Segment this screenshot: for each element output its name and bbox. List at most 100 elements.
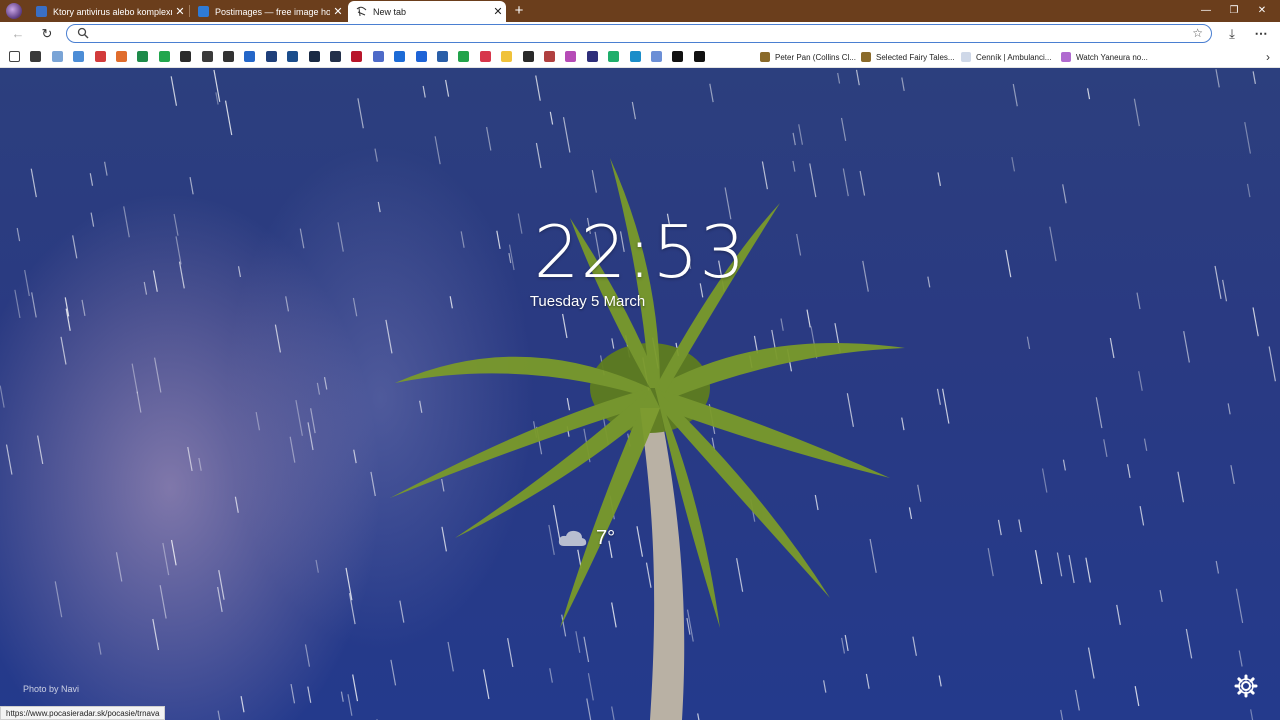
back-button[interactable]: ←: [10, 26, 26, 42]
bookmark-favicon-icon[interactable]: [693, 51, 705, 62]
rain-streak: [189, 177, 194, 195]
rain-streak: [486, 126, 492, 151]
reload-button[interactable]: ↻: [39, 26, 55, 42]
bookmark-favicon-icon[interactable]: [415, 51, 427, 62]
tab-new-tab[interactable]: New tab ✕: [348, 1, 506, 22]
bookmark-favicon-icon[interactable]: [51, 51, 63, 62]
weather-widget[interactable]: 7°: [556, 526, 615, 550]
rain-streak: [855, 69, 860, 86]
rain-streak: [1062, 459, 1066, 471]
rain-streak: [936, 388, 941, 405]
minimize-button[interactable]: —: [1196, 3, 1216, 19]
gear-icon[interactable]: [1234, 674, 1258, 698]
rain-streak: [1244, 121, 1252, 154]
rain-streak: [798, 124, 804, 145]
rain-streak: [357, 98, 364, 129]
bookmark-favicon-icon[interactable]: [73, 51, 85, 62]
rain-streak: [170, 76, 178, 106]
close-window-button[interactable]: ✕: [1252, 3, 1272, 19]
bookmark-favicon-icon[interactable]: [116, 51, 127, 62]
bookmark-favicon-icon[interactable]: [372, 51, 384, 62]
rain-streak: [1116, 604, 1121, 625]
bookmark-favicon-icon[interactable]: [201, 51, 213, 62]
rain-streak: [136, 391, 142, 413]
rain-streak: [1086, 88, 1091, 100]
bookmark-label: Peter Pan (Collins Cl...: [775, 52, 856, 62]
bookmark-favicon-icon[interactable]: [629, 51, 641, 62]
rain-streak: [937, 172, 942, 187]
address-input[interactable]: [91, 26, 1175, 43]
rain-streak: [792, 160, 796, 172]
cloud-icon: [558, 530, 587, 546]
tab-close-icon[interactable]: ✕: [330, 5, 346, 18]
downloads-button[interactable]: ⤓: [1224, 26, 1240, 42]
bookmark-favicon-icon[interactable]: [522, 51, 534, 62]
rain-streak: [535, 142, 542, 169]
tab-postimages[interactable]: Postimages — free image hostin ✕: [190, 1, 346, 22]
bookmark-favicon-icon[interactable]: [458, 51, 470, 62]
new-tab-favicon-icon: [356, 6, 367, 17]
rain-streak: [255, 411, 261, 431]
rain-streak: [340, 691, 344, 702]
rain-streak: [152, 618, 160, 651]
bookmark-favicon-icon[interactable]: [672, 51, 684, 62]
favorite-star-icon[interactable]: ☆: [1192, 26, 1203, 40]
rain-streak: [1183, 331, 1190, 363]
rain-streak: [115, 552, 123, 582]
tab-antivirus[interactable]: Ktory antivirus alebo komplexne ✕: [28, 1, 188, 22]
bookmark-yaneura[interactable]: Watch Yaneura no...: [1061, 49, 1148, 65]
bookmark-favicon-icon[interactable]: [265, 51, 277, 62]
bookmark-fairy-tales[interactable]: Selected Fairy Tales...: [861, 49, 955, 65]
bookmark-favicon-icon[interactable]: [180, 51, 192, 62]
bookmark-favicon-icon[interactable]: [501, 51, 513, 62]
bookmark-favicon-icon[interactable]: [651, 51, 662, 62]
bookmark-favicon-icon[interactable]: [244, 51, 256, 62]
bookmark-favicon-icon[interactable]: [544, 51, 555, 62]
tab-close-icon[interactable]: ✕: [172, 5, 188, 18]
rain-streak: [1185, 628, 1193, 659]
rain-streak: [1235, 588, 1244, 624]
settings-menu-button[interactable]: ⋯: [1253, 26, 1269, 42]
rain-streak: [217, 586, 223, 612]
bookmark-favicon-icon[interactable]: [30, 51, 42, 62]
rain-streak: [1215, 69, 1220, 88]
rain-streak: [611, 706, 615, 720]
bookmark-favicon-icon[interactable]: [94, 51, 106, 62]
search-icon: [77, 27, 89, 39]
rain-streak: [310, 408, 316, 434]
rain-streak: [352, 674, 359, 702]
bookmark-cennik[interactable]: Cenník | Ambulanci...: [961, 49, 1051, 65]
bookmark-favicon-icon[interactable]: [287, 51, 299, 62]
rain-streak: [374, 148, 378, 162]
rain-streak: [217, 710, 221, 720]
bookmark-favicon-icon[interactable]: [137, 51, 149, 62]
bookmark-favicon-icon[interactable]: [479, 51, 491, 62]
browser-toolbar: ← ↻ ☆ ⤓ ⋯: [0, 22, 1280, 46]
new-tab-button[interactable]: +: [511, 2, 527, 20]
bookmark-favicon-icon: [961, 52, 971, 62]
bookmark-favicon-icon[interactable]: [330, 51, 341, 62]
restore-button[interactable]: ❐: [1224, 3, 1244, 19]
rain-streak: [846, 393, 854, 427]
rain-streak: [1075, 689, 1080, 711]
rain-streak: [131, 363, 139, 394]
bookmark-favicon-icon[interactable]: [437, 51, 448, 62]
bookmark-favicon-icon[interactable]: [351, 51, 363, 62]
bookmark-favicon-icon[interactable]: [308, 51, 320, 62]
bookmark-favicon-icon[interactable]: [9, 51, 20, 62]
tab-close-icon[interactable]: ✕: [490, 5, 506, 18]
profile-avatar[interactable]: [6, 3, 22, 19]
bookmark-peter-pan[interactable]: Peter Pan (Collins Cl...: [760, 49, 856, 65]
address-bar[interactable]: ☆: [66, 24, 1212, 43]
bookmark-favicon-icon[interactable]: [223, 51, 234, 62]
bookmark-favicon-icon[interactable]: [608, 51, 620, 62]
bookmark-favicon-icon[interactable]: [586, 51, 598, 62]
rain-streak: [441, 526, 447, 552]
rain-streak: [399, 600, 405, 623]
bookmark-favicon-icon[interactable]: [158, 51, 170, 62]
bookmark-favicon-icon[interactable]: [394, 51, 406, 62]
rain-streak: [353, 449, 357, 464]
bookmarks-overflow-chevron-icon[interactable]: ›: [1266, 50, 1270, 64]
rain-streak: [562, 117, 571, 153]
bookmark-favicon-icon[interactable]: [565, 51, 577, 62]
